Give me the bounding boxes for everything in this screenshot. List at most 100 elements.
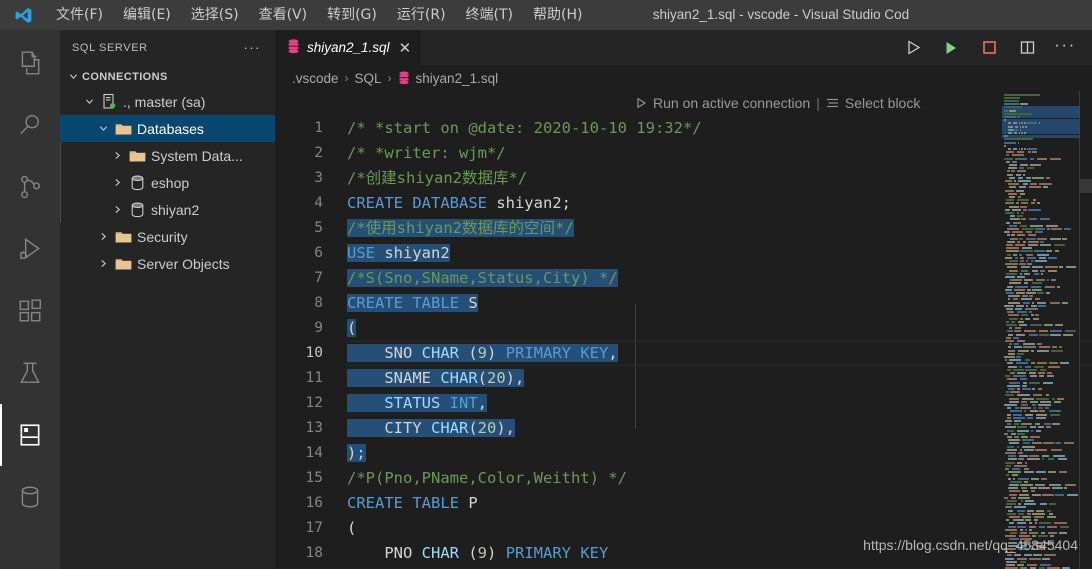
breadcrumb-item-vscode[interactable]: .vscode xyxy=(292,71,339,86)
code-token: CREATE DATABASE xyxy=(347,194,496,212)
minimap-segment xyxy=(1021,218,1026,220)
minimap-segment xyxy=(1014,506,1027,508)
split-editor-button[interactable] xyxy=(1008,30,1046,65)
line-content[interactable]: /* *start on @date: 2020-10-10 19:32*/ xyxy=(347,116,702,141)
code-line[interactable]: 5/*使用shiyan2数据库的空间*/ xyxy=(275,216,1092,241)
chevron-right-icon[interactable] xyxy=(94,226,112,248)
activitybar-item-search[interactable] xyxy=(0,94,60,156)
breadcrumb-item-sql[interactable]: SQL xyxy=(355,71,382,86)
line-content[interactable]: SNAME CHAR(20), xyxy=(347,366,524,391)
code-line[interactable]: 14); xyxy=(275,441,1092,466)
code-line[interactable]: 10 SNO CHAR (9) PRIMARY KEY, xyxy=(275,341,1092,366)
close-icon[interactable]: ✕ xyxy=(399,39,412,57)
minimap-segment xyxy=(1037,343,1043,345)
tree-item-security[interactable]: Security xyxy=(60,223,275,250)
line-content[interactable]: CREATE DATABASE shiyan2; xyxy=(347,191,571,216)
activitybar-item-database[interactable] xyxy=(0,466,60,528)
code-token: CITY xyxy=(347,419,431,437)
code-line[interactable]: 9( xyxy=(275,316,1092,341)
tree-item-shiyan2[interactable]: shiyan2 xyxy=(60,196,275,223)
stop-button[interactable] xyxy=(970,30,1008,65)
chevron-right-icon[interactable] xyxy=(108,172,126,194)
activitybar-item-source-control[interactable] xyxy=(0,156,60,218)
minimap[interactable] xyxy=(1002,91,1080,569)
folder-icon xyxy=(112,230,134,244)
sidebar-section-connections[interactable]: CONNECTIONS xyxy=(60,65,275,88)
line-content[interactable]: /*P(Pno,PName,Color,Weitht) */ xyxy=(347,466,627,491)
tab-shiyan2_1-sql[interactable]: shiyan2_1.sql ✕ xyxy=(275,30,422,65)
line-content[interactable]: /*使用shiyan2数据库的空间*/ xyxy=(347,216,574,241)
line-content[interactable]: STATUS INT, xyxy=(347,391,487,416)
code-line[interactable]: 3/*创建shiyan2数据库*/ xyxy=(275,166,1092,191)
menu-view[interactable]: 查看(V) xyxy=(249,0,318,30)
code-line[interactable]: 18 PNO CHAR (9) PRIMARY KEY xyxy=(275,541,1092,566)
menu-help[interactable]: 帮助(H) xyxy=(523,0,592,30)
line-content[interactable]: CREATE TABLE S xyxy=(347,291,478,316)
run-query-outline-button[interactable] xyxy=(894,30,932,65)
line-content[interactable]: /*S(Sno,SName,Status,City) */ xyxy=(347,266,618,291)
line-content[interactable]: ); xyxy=(347,441,366,466)
code-line[interactable]: 4CREATE DATABASE shiyan2; xyxy=(275,191,1092,216)
run-button[interactable] xyxy=(932,30,970,65)
code-line[interactable]: 1/* *start on @date: 2020-10-10 19:32*/ xyxy=(275,116,1092,141)
tree-item-databases[interactable]: Databases xyxy=(60,115,275,142)
line-content[interactable]: SNO CHAR (9) PRIMARY KEY, xyxy=(347,341,618,366)
line-content[interactable]: /*创建shiyan2数据库*/ xyxy=(347,166,527,191)
editor-vertical-scrollbar[interactable] xyxy=(1080,179,1092,193)
code-token: P xyxy=(468,494,477,512)
code-token: ), xyxy=(496,419,515,437)
code-line[interactable]: 15/*P(Pno,PName,Color,Weitht) */ xyxy=(275,466,1092,491)
codelens-select-block-link[interactable]: Select block xyxy=(845,95,920,111)
code-editor[interactable]: Run on active connection | Select block … xyxy=(275,91,1092,569)
code-line[interactable]: 2/* *writer: wjm*/ xyxy=(275,141,1092,166)
minimap-segment xyxy=(1027,510,1035,512)
activitybar-item-extensions[interactable] xyxy=(0,280,60,342)
breadcrumb-item-file[interactable]: shiyan2_1.sql xyxy=(416,71,499,86)
line-content[interactable]: USE shiyan2 xyxy=(347,241,450,266)
more-actions-button[interactable]: ··· xyxy=(1046,30,1084,65)
line-content[interactable]: ( xyxy=(347,316,356,341)
menu-selection[interactable]: 选择(S) xyxy=(181,0,249,30)
menu-go[interactable]: 转到(G) xyxy=(317,0,387,30)
play-triangle-icon xyxy=(635,97,647,109)
line-content[interactable]: ( xyxy=(347,516,356,541)
tree-item-server-objects[interactable]: Server Objects xyxy=(60,250,275,277)
code-line[interactable]: 16CREATE TABLE P xyxy=(275,491,1092,516)
codelens-run-link[interactable]: Run on active connection xyxy=(653,95,810,111)
menu-terminal[interactable]: 终端(T) xyxy=(456,0,523,30)
chevron-right-icon[interactable] xyxy=(108,145,126,167)
code-line[interactable]: 8CREATE TABLE S xyxy=(275,291,1092,316)
line-content[interactable]: CREATE TABLE P xyxy=(347,491,478,516)
activitybar-item-sql-server[interactable] xyxy=(0,404,60,466)
code-lines[interactable]: 1/* *start on @date: 2020-10-10 19:32*/2… xyxy=(275,116,1092,566)
code-line[interactable]: 13 CITY CHAR(20), xyxy=(275,416,1092,441)
code-line[interactable]: 17( xyxy=(275,516,1092,541)
chevron-right-icon[interactable] xyxy=(108,199,126,221)
line-content[interactable]: CITY CHAR(20), xyxy=(347,416,515,441)
code-line[interactable]: 6USE shiyan2 xyxy=(275,241,1092,266)
code-line[interactable]: 7/*S(Sno,SName,Status,City) */ xyxy=(275,266,1092,291)
minimap-segment xyxy=(1007,174,1013,176)
minimap-segment xyxy=(1022,398,1034,400)
menu-edit[interactable]: 编辑(E) xyxy=(113,0,181,30)
sidebar: SQL SERVER ··· CONNECTIONS xyxy=(60,30,275,569)
activitybar-item-testing[interactable] xyxy=(0,342,60,404)
line-content[interactable]: PNO CHAR (9) PRIMARY KEY xyxy=(347,541,608,566)
chevron-down-icon[interactable] xyxy=(94,118,112,140)
minimap-segment xyxy=(1043,186,1048,188)
activitybar-item-explorer[interactable] xyxy=(0,32,60,94)
line-content[interactable]: /* *writer: wjm*/ xyxy=(347,141,506,166)
code-line[interactable]: 12 STATUS INT, xyxy=(275,391,1092,416)
activitybar-item-run-debug[interactable] xyxy=(0,218,60,280)
tree-item-system-databases[interactable]: System Data... xyxy=(60,142,275,169)
minimap-segment xyxy=(1044,423,1051,425)
code-line[interactable]: 11 SNAME CHAR(20), xyxy=(275,366,1092,391)
menu-run[interactable]: 运行(R) xyxy=(387,0,456,30)
menu-file[interactable]: 文件(F) xyxy=(46,0,113,30)
menu-bar[interactable]: 文件(F) 编辑(E) 选择(S) 查看(V) 转到(G) 运行(R) 终端(T… xyxy=(46,0,592,30)
tree-item-master[interactable]: ., master (sa) xyxy=(60,88,275,115)
sidebar-more-actions-button[interactable]: ··· xyxy=(244,40,262,55)
chevron-down-icon[interactable] xyxy=(80,91,98,113)
chevron-right-icon[interactable] xyxy=(94,253,112,275)
tree-item-eshop[interactable]: eshop xyxy=(60,169,275,196)
